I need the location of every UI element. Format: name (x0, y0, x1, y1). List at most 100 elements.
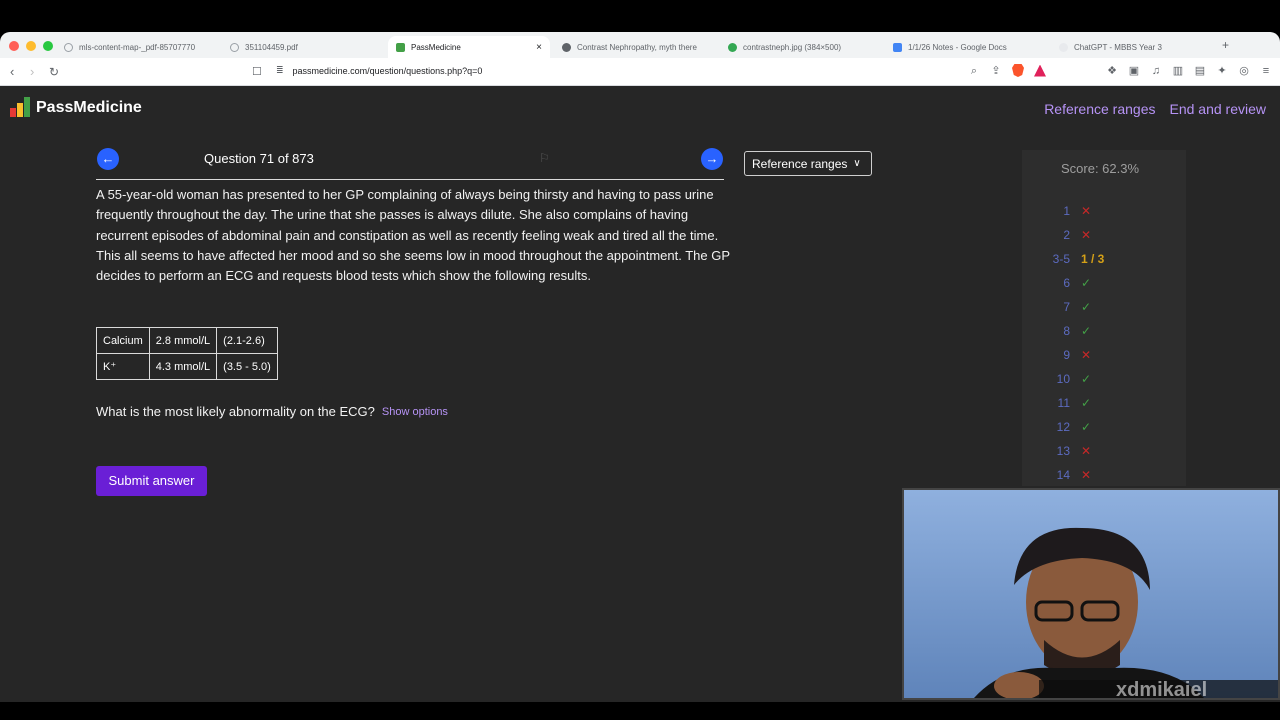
maximize-window-button[interactable] (43, 41, 53, 51)
globe-icon (64, 42, 73, 52)
test-name: K⁺ (96, 353, 150, 380)
score-row[interactable]: 2 ✕ (1022, 228, 1186, 252)
score-row[interactable]: 8 ✓ (1022, 324, 1186, 348)
cross-icon: ✕ (1081, 444, 1092, 458)
score-panel: Score: 62.3% 1 ✕ 2 ✕ 3-5 1 / 3 6 ✓ 7 ✓ 8 ✓ 9 ✕ 10 ✓ 11 ✓ 1… (1022, 150, 1186, 486)
score-row[interactable]: 3-5 1 / 3 (1022, 252, 1186, 276)
browser-tab[interactable]: contrastneph.jpg (384×500) (728, 36, 878, 58)
browser-tab[interactable]: ChatGPT - MBBS Year 3 (1059, 36, 1209, 58)
score-row-number: 8 (1063, 324, 1070, 338)
question-stem: A 55-year-old woman has presented to her… (96, 187, 730, 284)
leo-icon[interactable]: ✦ (1216, 65, 1228, 77)
score-row-number: 1 (1063, 204, 1070, 218)
show-options-link[interactable]: Show options (382, 406, 448, 418)
close-window-button[interactable] (9, 41, 19, 51)
test-value: 4.3 mmol/L (148, 353, 218, 380)
score-row[interactable]: 11 ✓ (1022, 396, 1186, 420)
table-row: Calcium 2.8 mmol/L (2.1-2.6) (96, 327, 278, 354)
browser-tab[interactable]: Contrast Nephropathy, myth there (562, 36, 712, 58)
tab-label: ChatGPT - MBBS Year 3 (1074, 42, 1162, 52)
presenter-video-image (904, 490, 1278, 698)
brave-shields-icon[interactable] (1012, 64, 1024, 77)
partial-score: 1 / 3 (1081, 252, 1105, 266)
score-label: Score: 62.3% (1061, 161, 1140, 176)
previous-question-arrow-icon[interactable]: ← (97, 148, 119, 170)
score-row[interactable]: 9 ✕ (1022, 348, 1186, 372)
tab-label: 1/1/26 Notes - Google Docs (908, 42, 1007, 52)
extensions-icon[interactable]: ❖ (1106, 65, 1118, 77)
score-row[interactable]: 1 ✕ (1022, 204, 1186, 228)
wallet-icon[interactable]: ▤ (1194, 65, 1206, 77)
passmedicine-favicon-icon (396, 42, 405, 52)
cross-icon: ✕ (1081, 204, 1092, 218)
score-row[interactable]: 14 ✕ (1022, 468, 1186, 486)
reference-ranges-label: Reference ranges (752, 156, 848, 171)
score-row[interactable]: 6 ✓ (1022, 276, 1186, 300)
back-icon[interactable]: ‹ (10, 64, 14, 80)
check-icon: ✓ (1081, 300, 1092, 314)
browser-tab[interactable]: 1/1/26 Notes - Google Docs (893, 36, 1043, 58)
score-row-number: 9 (1063, 348, 1070, 362)
sidebar-icon[interactable]: ▥ (1172, 65, 1184, 77)
tab-label: contrastneph.jpg (384×500) (743, 42, 842, 52)
cross-icon: ✕ (1081, 468, 1092, 482)
url-text: passmedicine.com/question/questions.php?… (292, 65, 483, 76)
brave-rewards-icon[interactable] (1034, 64, 1046, 77)
reference-ranges-dropdown[interactable]: Reference ranges ∨ (744, 151, 872, 176)
browser-tab[interactable]: 351104459.pdf (230, 36, 380, 58)
check-icon: ✓ (1081, 372, 1092, 386)
vpn-icon[interactable]: ◎ (1238, 65, 1250, 77)
question-header: ← Question 71 of 873 ⚐ → (96, 146, 724, 180)
browser-tab-active[interactable]: PassMedicine × (388, 36, 550, 58)
score-row[interactable]: 10 ✓ (1022, 372, 1186, 396)
url-field[interactable]: ≣ passmedicine.com/question/questions.ph… (276, 65, 482, 76)
toolbar-icons: ⌕ ⇪ ❖ ▣ ♫ ▥ ▤ ✦ ◎ ≡ (968, 64, 1272, 77)
next-question-arrow-icon[interactable]: → (701, 148, 723, 170)
end-and-review-link[interactable]: End and review (1169, 101, 1266, 117)
score-row[interactable]: 12 ✓ (1022, 420, 1186, 444)
cross-icon: ✕ (1081, 228, 1092, 242)
tab-label: Contrast Nephropathy, myth there (577, 42, 697, 52)
score-row-number: 12 (1056, 420, 1070, 434)
reference-ranges-link[interactable]: Reference ranges (1044, 101, 1155, 117)
close-tab-icon[interactable]: × (486, 42, 542, 53)
tab-label: PassMedicine (411, 42, 461, 52)
cross-icon: ✕ (1081, 348, 1092, 362)
browser-tab-bar: mls-content-map-_pdf-85707770 351104459.… (0, 32, 1280, 58)
score-row-number: 10 (1056, 372, 1070, 386)
test-range: (3.5 - 5.0) (216, 353, 278, 380)
image-favicon-icon (728, 42, 737, 52)
browser-tab[interactable]: mls-content-map-_pdf-85707770 (64, 36, 216, 58)
check-icon: ✓ (1081, 276, 1092, 290)
screenshot-icon[interactable]: ▣ (1128, 65, 1140, 77)
menu-icon[interactable]: ≡ (1260, 65, 1272, 77)
table-row: K⁺ 4.3 mmol/L (3.5 - 5.0) (96, 353, 278, 380)
site-info-icon[interactable]: ≣ (276, 65, 284, 76)
score-row-number: 11 (1057, 396, 1070, 410)
score-row[interactable]: 7 ✓ (1022, 300, 1186, 324)
webcam-overlay (902, 488, 1280, 700)
tab-label: 351104459.pdf (245, 42, 298, 52)
runner-favicon-icon (562, 42, 571, 52)
tab-label: mls-content-map-_pdf-85707770 (79, 42, 196, 52)
media-icon[interactable]: ♫ (1150, 65, 1162, 77)
zoom-icon[interactable]: ⌕ (968, 65, 980, 77)
bar-chart-logo-icon (10, 97, 30, 117)
new-tab-icon[interactable]: + (1222, 38, 1229, 52)
score-row-number: 2 (1063, 228, 1070, 242)
globe-icon (230, 42, 239, 52)
submit-answer-button[interactable]: Submit answer (96, 466, 207, 496)
passmedicine-logo[interactable]: PassMedicine (10, 97, 142, 117)
reload-icon[interactable]: ↻ (49, 64, 59, 80)
google-docs-icon (893, 42, 902, 52)
forward-icon[interactable]: › (30, 64, 34, 80)
bookmark-icon[interactable]: ☐ (252, 64, 262, 80)
flag-icon[interactable]: ⚐ (539, 151, 550, 165)
minimize-window-button[interactable] (26, 41, 36, 51)
logo-text: PassMedicine (36, 99, 142, 116)
score-row-number: 13 (1056, 444, 1070, 458)
score-row[interactable]: 13 ✕ (1022, 444, 1186, 468)
header-links: Reference ranges End and review (1044, 101, 1266, 117)
share-icon[interactable]: ⇪ (990, 65, 1002, 77)
